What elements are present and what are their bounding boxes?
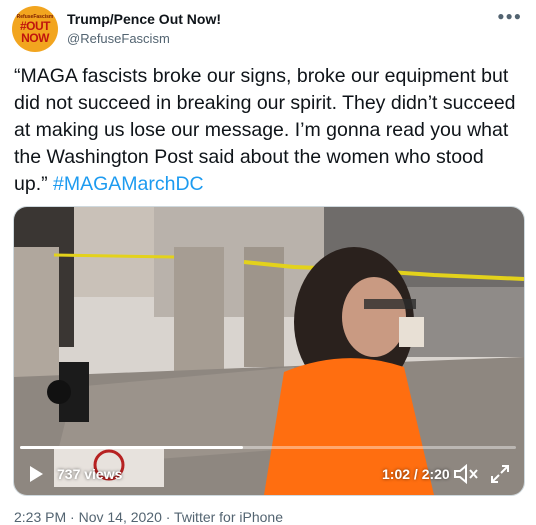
video-views: 737 views <box>57 466 123 482</box>
author-handle[interactable]: @RefuseFascism <box>67 30 221 48</box>
fullscreen-icon[interactable] <box>490 464 510 484</box>
author-block: Trump/Pence Out Now! @RefuseFascism <box>67 10 221 48</box>
avatar-line-2: NOW <box>21 31 49 45</box>
video-progress-fill <box>20 446 244 449</box>
video-time: 1:02 / 2:20 <box>382 466 450 482</box>
play-icon[interactable] <box>30 466 43 482</box>
author-name[interactable]: Trump/Pence Out Now! <box>67 10 221 28</box>
avatar[interactable]: RefuseFascism #OUT NOW <box>12 6 58 52</box>
video-player[interactable] <box>13 206 525 496</box>
tweet-timestamp[interactable]: 2:23 PM · Nov 14, 2020 · Twitter for iPh… <box>14 509 283 525</box>
tweet-text: “MAGA fascists broke our signs, broke ou… <box>14 63 519 198</box>
video-frame <box>14 207 524 495</box>
more-dots-icon[interactable]: ●●● <box>497 9 522 23</box>
hashtag-link[interactable]: #MAGAMarchDC <box>53 173 204 195</box>
volume-icon[interactable] <box>453 464 479 484</box>
video-progress-bar[interactable] <box>20 446 516 449</box>
